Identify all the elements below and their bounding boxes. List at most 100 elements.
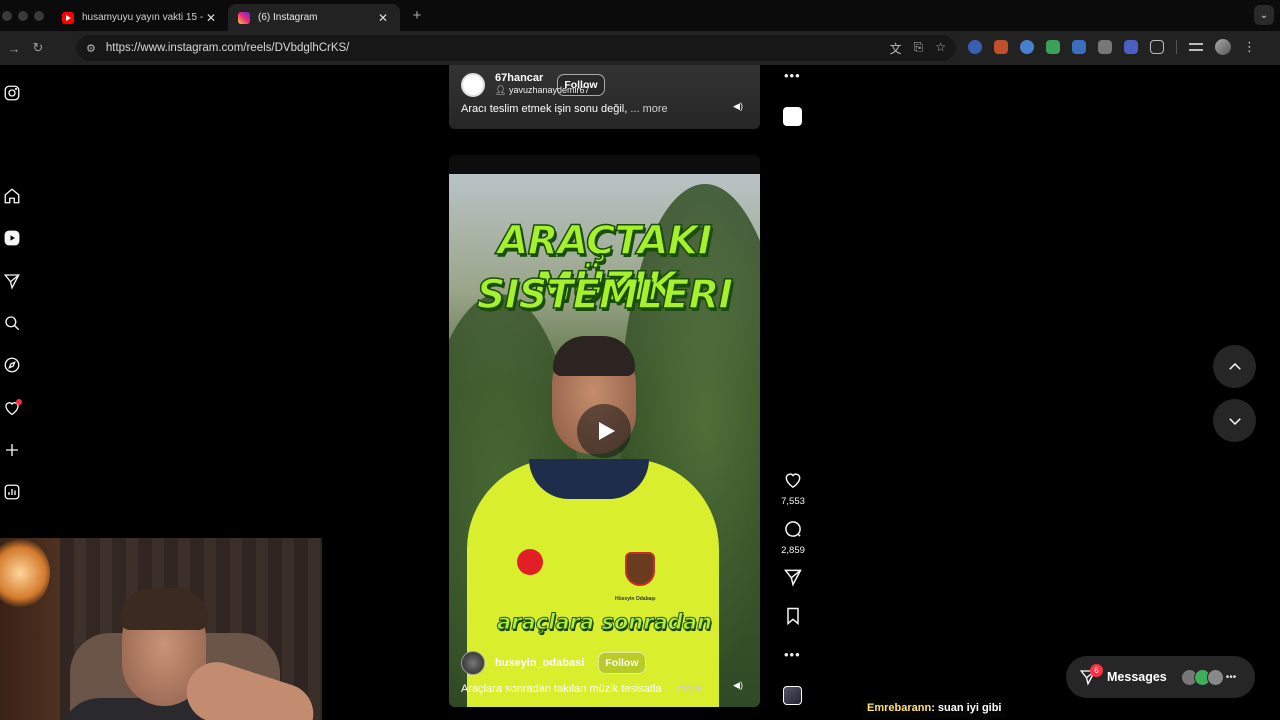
messages-label: Messages — [1107, 670, 1167, 684]
messages-button[interactable]: 6 Messages ••• — [1066, 656, 1255, 698]
youtube-icon — [62, 11, 74, 24]
message-avatars — [1180, 668, 1224, 686]
extension-icon[interactable] — [1098, 40, 1112, 54]
bookmark-star-icon[interactable]: ☆ — [935, 40, 946, 57]
username[interactable]: huseyin_odabasi — [495, 657, 584, 669]
streamer-hair — [120, 588, 208, 630]
play-icon[interactable] — [577, 404, 631, 458]
reel-description: Aracı teslim etmek işin sonu değil, ... … — [461, 103, 668, 115]
chevron-up-icon — [1228, 362, 1241, 370]
audio-user-name: yavuzhanaydemir67 — [508, 85, 590, 95]
translate-icon[interactable]: 文 — [890, 40, 902, 57]
zoom-window-dot[interactable] — [34, 10, 44, 21]
browser-tab-bar: husamyuyu yayın vakti 15 - Yo ✕ (6) Inst… — [0, 0, 1280, 31]
like-count: 7,553 — [781, 496, 805, 507]
instagram-logo-icon[interactable] — [2, 83, 22, 103]
tab-title: (6) Instagram — [258, 12, 318, 23]
description-text: Aracı teslim etmek işin sonu değil, — [461, 103, 628, 115]
extension-icon[interactable] — [1124, 40, 1138, 54]
comment-action[interactable]: 2,859 — [780, 519, 806, 556]
reel-description: Araçlara sonradan takılan müzik tesisatl… — [461, 683, 702, 695]
share-icon[interactable] — [783, 567, 803, 587]
extension-icon[interactable] — [1046, 40, 1060, 54]
previous-reel-button[interactable] — [1213, 345, 1256, 388]
extension-icon[interactable] — [1072, 40, 1086, 54]
lamp — [0, 538, 50, 608]
tab-instagram[interactable]: (6) Instagram ✕ — [228, 4, 400, 31]
reading-list-icon[interactable] — [1189, 43, 1203, 51]
extension-icon[interactable] — [968, 40, 982, 54]
home-icon[interactable] — [2, 186, 22, 206]
more-options-icon[interactable]: ••• — [784, 647, 801, 662]
site-settings-icon[interactable]: ⚙ — [86, 42, 96, 55]
stream-chat-message: Emrebarann: suan iyi gibi — [863, 700, 1006, 718]
tab-search-button[interactable]: ⌄ — [1254, 5, 1274, 25]
video-headline: SISTEMLERI — [476, 271, 734, 319]
reels-icon[interactable] — [2, 228, 22, 248]
divider — [1176, 40, 1177, 54]
share-action[interactable] — [780, 567, 806, 592]
avatar[interactable] — [461, 73, 485, 97]
direct-send-icon[interactable] — [2, 271, 22, 291]
audio-thumbnail[interactable] — [783, 107, 802, 126]
avatar[interactable] — [461, 651, 485, 675]
browser-menu-icon[interactable]: ⋮ — [1243, 39, 1256, 55]
profile-avatar[interactable] — [1215, 39, 1231, 55]
webcam-overlay — [0, 538, 322, 720]
extension-icon[interactable] — [994, 40, 1008, 54]
tab-youtube[interactable]: husamyuyu yayın vakti 15 - Yo ✕ — [52, 4, 228, 31]
comment-count: 2,859 — [781, 545, 805, 556]
audio-thumbnail[interactable] — [783, 686, 802, 705]
more-link[interactable]: ... more — [665, 683, 702, 695]
minimize-window-dot[interactable] — [18, 10, 28, 21]
audio-user[interactable]: 👤︎ yavuzhanaydemir67 — [495, 85, 590, 96]
like-action[interactable]: 7,553 — [780, 470, 806, 507]
extensions-row: ⋮ — [968, 39, 1256, 55]
user-icon: 👤︎ — [495, 85, 509, 95]
next-reel-button[interactable] — [1213, 399, 1256, 442]
turkish-flag-patch — [517, 549, 543, 575]
dashboard-icon[interactable] — [2, 482, 22, 502]
shirt-brand-text: Hüseyin Odabaşı — [615, 596, 656, 602]
volume-icon[interactable]: ◀) — [731, 678, 745, 692]
chevron-down-icon — [1228, 417, 1241, 425]
username[interactable]: 67hancar — [495, 72, 543, 84]
save-action[interactable] — [780, 606, 806, 631]
reload-icon[interactable]: ↻ — [24, 40, 52, 56]
current-reel[interactable]: Hüseyin Odabaşı ARAÇTAKI MÜZIK SISTEMLER… — [449, 155, 760, 707]
more-options-icon[interactable]: ••• — [784, 68, 801, 83]
reel-author: huseyin_odabasi Follow — [461, 651, 646, 675]
explore-compass-icon[interactable] — [2, 355, 22, 375]
unread-badge: 6 — [1090, 664, 1103, 677]
extensions-puzzle-icon[interactable] — [1150, 40, 1164, 54]
browser-toolbar: → ↻ ⚙ https://www.instagram.com/reels/DV… — [0, 31, 1280, 65]
chat-text: : suan iyi gibi — [931, 702, 1002, 714]
previous-reel[interactable]: 67hancar Follow 👤︎ yavuzhanaydemir67 Ara… — [449, 65, 760, 129]
instagram-icon — [238, 11, 250, 24]
more-icon: ••• — [1225, 671, 1237, 683]
address-bar[interactable]: ⚙ https://www.instagram.com/reels/DVbdgl… — [76, 35, 956, 61]
video-subtitle: araçlara sonradan — [497, 610, 713, 635]
follow-button[interactable]: Follow — [598, 652, 646, 674]
comment-icon[interactable] — [783, 519, 803, 539]
close-icon[interactable]: ✕ — [376, 11, 390, 25]
more-link[interactable]: ... more — [630, 103, 667, 115]
volume-icon[interactable]: ◀) — [731, 99, 745, 113]
reel-video[interactable]: Hüseyin Odabaşı ARAÇTAKI MÜZIK SISTEMLER… — [449, 174, 760, 707]
create-plus-icon[interactable] — [2, 440, 22, 460]
notification-dot — [16, 399, 22, 405]
description-text: Araçlara sonradan takılan müzik tesisatl… — [461, 683, 662, 695]
close-window-dot[interactable] — [2, 10, 12, 21]
new-tab-button[interactable]: + — [406, 7, 428, 24]
window-controls — [0, 10, 44, 21]
install-app-icon[interactable]: ⎘ — [914, 40, 924, 57]
notifications-heart-icon[interactable] — [2, 398, 22, 418]
close-icon[interactable]: ✕ — [204, 11, 218, 25]
url-text: https://www.instagram.com/reels/DVbdglhC… — [105, 42, 350, 54]
chat-username: Emrebarann — [867, 702, 932, 714]
avatar — [1206, 668, 1224, 686]
extension-icon[interactable] — [1020, 40, 1034, 54]
search-icon[interactable] — [2, 313, 22, 333]
bookmark-icon[interactable] — [783, 606, 803, 626]
heart-icon[interactable] — [783, 470, 803, 490]
